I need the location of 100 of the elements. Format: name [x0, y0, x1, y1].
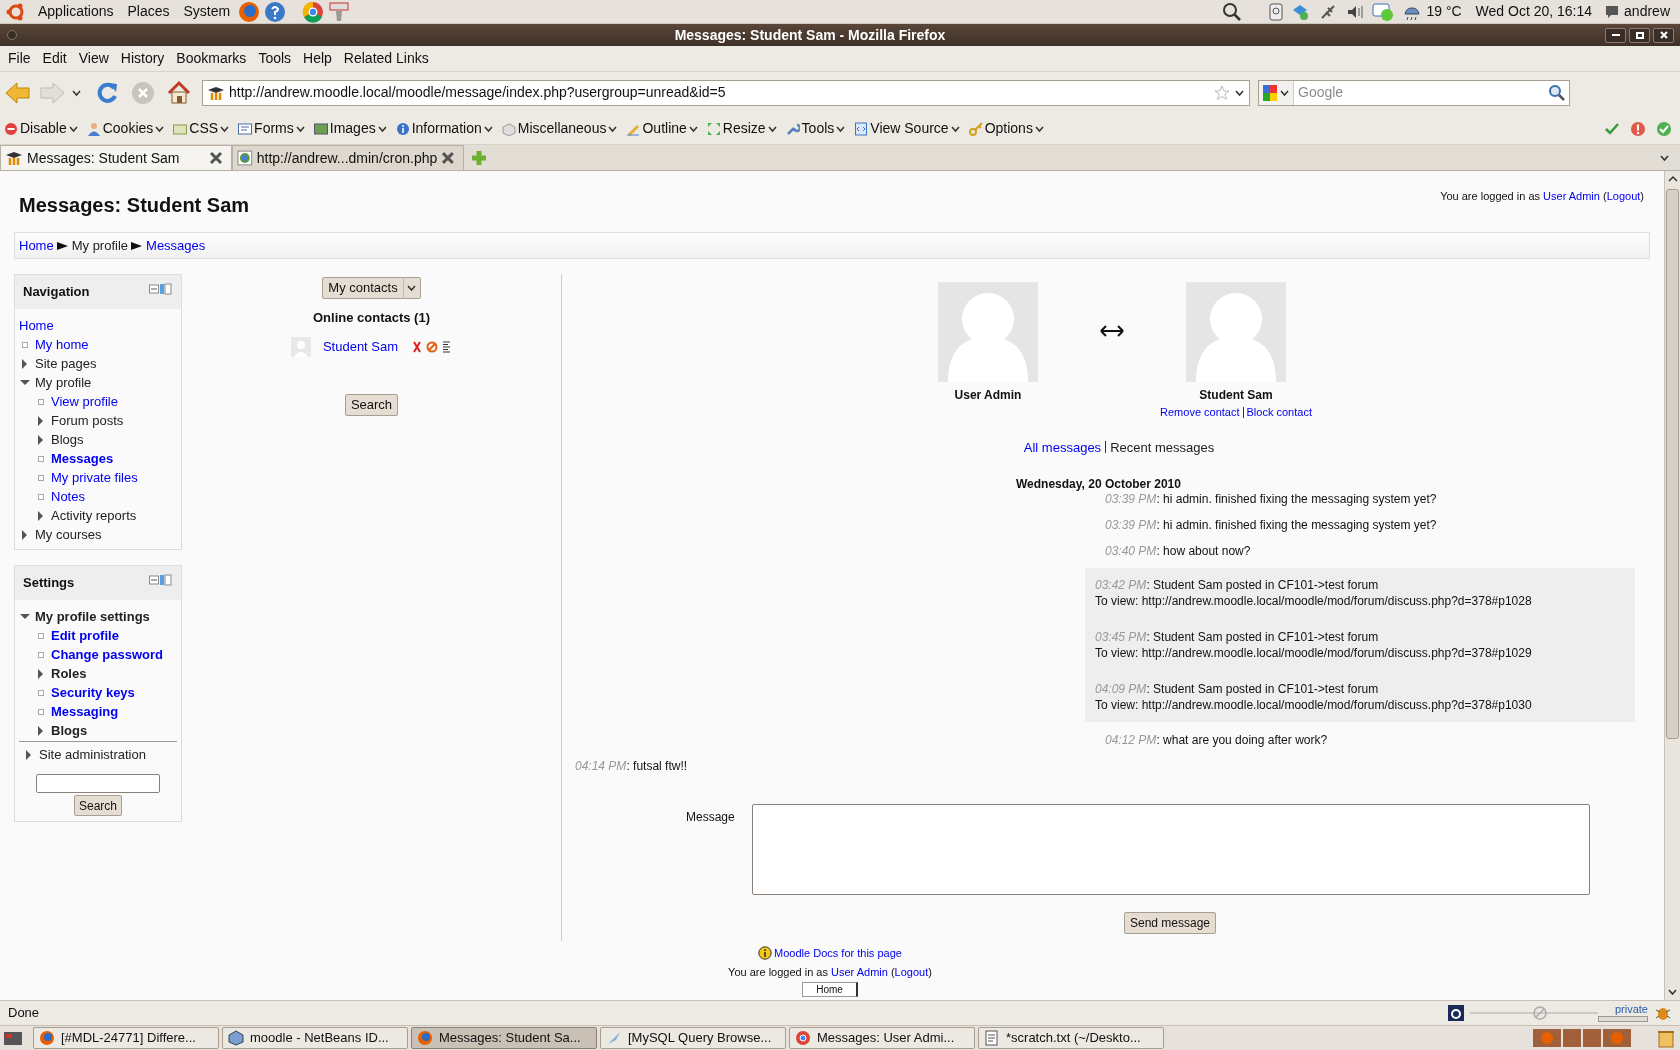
message-view-link[interactable]: All messages	[1023, 437, 1102, 457]
tree-item[interactable]: Messages	[51, 448, 114, 469]
tab-list-caret-icon[interactable]	[1660, 154, 1670, 162]
search-button[interactable]: Search	[344, 393, 399, 416]
menu-item[interactable]: Tools	[252, 48, 298, 69]
dropdown-caret-icon[interactable]	[688, 124, 699, 133]
close-button[interactable]	[1653, 27, 1674, 43]
tree-item[interactable]: Edit profile	[51, 625, 119, 646]
panel-menu[interactable]: System	[177, 1, 237, 22]
tree-item[interactable]: Home	[19, 315, 54, 336]
tree-item[interactable]: My courses	[35, 524, 102, 545]
link[interactable]: User Admin	[831, 965, 888, 978]
tree-item[interactable]: My home	[35, 334, 89, 355]
tree-item[interactable]: View profile	[51, 391, 118, 412]
contact-action-link[interactable]: Remove contact	[1160, 404, 1240, 421]
menu-item[interactable]: History	[114, 48, 171, 69]
search-icon[interactable]	[1548, 83, 1566, 102]
toolbar-menu[interactable]: Tools	[801, 118, 835, 139]
toolbar-menu[interactable]: Images	[329, 118, 376, 139]
close-tab-icon[interactable]	[441, 151, 455, 165]
dropdown-caret-icon[interactable]	[767, 124, 778, 133]
check-circle-icon[interactable]	[1656, 120, 1672, 137]
toolbar-menu[interactable]: Miscellaneous	[517, 118, 607, 139]
menu-item[interactable]: Related Links	[337, 48, 435, 69]
tree-item[interactable]: Forum posts	[51, 410, 124, 431]
tree-item[interactable]: Site administration	[39, 744, 146, 765]
page-code-icon[interactable]	[854, 121, 869, 136]
link[interactable]: User Admin	[1543, 190, 1600, 202]
taskbar-button[interactable]: *scratch.txt (~/Deskto...	[978, 1027, 1164, 1049]
toolbar-menu[interactable]: View Source	[870, 118, 949, 139]
toolbar-menu[interactable]: Information	[411, 118, 482, 139]
close-tab-icon[interactable]	[209, 151, 223, 165]
url-dropdown-icon[interactable]	[1235, 88, 1245, 97]
dropdown-caret-icon[interactable]	[295, 124, 306, 133]
link[interactable]: Logout	[1606, 190, 1641, 202]
maximize-button[interactable]	[1629, 27, 1650, 43]
form-icon[interactable]	[238, 121, 253, 136]
taskbar-button[interactable]: Messages: Student Sa...	[411, 1027, 597, 1049]
speech-bubble-icon[interactable]	[1604, 3, 1621, 20]
tree-item[interactable]: Notes	[51, 486, 85, 507]
panel-clock[interactable]: Wed Oct 20, 16:14	[1475, 1, 1593, 22]
breadcrumb-item[interactable]: Messages	[146, 235, 206, 256]
error-icon[interactable]	[1630, 120, 1646, 137]
tree-item[interactable]: Blogs	[51, 429, 84, 450]
info-icon[interactable]	[395, 121, 410, 136]
taskbar-button[interactable]: Messages: User Admi...	[789, 1027, 975, 1049]
address-bar[interactable]: http://andrew.moodle.local/moodle/message/index.php?usergroup=unread&id=5	[202, 79, 1250, 106]
dropdown-caret-icon[interactable]	[1034, 124, 1045, 133]
panel-menu[interactable]: Applications	[32, 1, 120, 22]
web-search-bar[interactable]: Google	[1258, 79, 1570, 106]
tree-item[interactable]: My private files	[51, 467, 138, 488]
search-engine-button[interactable]	[1259, 80, 1294, 105]
dropdown-caret-icon[interactable]	[155, 124, 166, 133]
tree-item[interactable]: My profile	[35, 372, 92, 393]
toolbar-menu[interactable]: Disable	[20, 118, 67, 139]
link[interactable]: Logout	[894, 965, 929, 978]
private-mode-label[interactable]: private	[1614, 1004, 1648, 1015]
search-button[interactable]: Search	[74, 795, 122, 816]
menu-item[interactable]: File	[2, 48, 37, 69]
user-menu[interactable]: andrew	[1624, 1, 1670, 22]
zoom-slider-icon[interactable]	[1470, 1005, 1598, 1021]
dock-controls-icon[interactable]	[149, 574, 173, 586]
tree-item[interactable]: My profile settings	[35, 606, 150, 627]
ubuntu-logo-icon[interactable]	[6, 1, 26, 22]
scrollbar[interactable]	[1664, 171, 1680, 1000]
help-icon[interactable]	[264, 0, 287, 23]
dropdown-caret-icon[interactable]	[377, 124, 388, 133]
tree-item[interactable]: Site pages	[35, 353, 97, 374]
taskbar-button[interactable]: [#MDL-24771] Differe...	[33, 1027, 219, 1049]
contacts-dropdown[interactable]: My contacts	[322, 277, 421, 299]
tree-item[interactable]: Roles	[51, 663, 87, 684]
chrome-icon[interactable]	[302, 0, 325, 23]
message-view-link[interactable]: Recent messages	[1110, 437, 1215, 457]
menu-item[interactable]: Bookmarks	[170, 48, 253, 69]
dropdown-caret-icon[interactable]	[608, 124, 619, 133]
firefox-icon[interactable]	[238, 0, 261, 23]
contact-link[interactable]: Student Sam	[322, 336, 399, 357]
tree-item[interactable]: Messaging	[51, 701, 119, 722]
tree-item[interactable]: Blogs	[51, 720, 88, 741]
dropdown-caret-icon[interactable]	[836, 124, 847, 133]
browser-tab[interactable]: Messages: Student Sam	[0, 145, 232, 170]
weather-temperature[interactable]: 19 °C	[1426, 1, 1462, 22]
minimize-button[interactable]	[1605, 27, 1626, 43]
tree-item[interactable]: Activity reports	[51, 505, 137, 526]
browser-tab[interactable]: http://andrew...dmin/cron.php	[232, 145, 464, 170]
taskbar-button[interactable]: [MySQL Query Browse...	[600, 1027, 786, 1049]
person-icon[interactable]	[86, 121, 101, 136]
dropdown-caret-icon[interactable]	[950, 124, 961, 133]
wrench-icon[interactable]	[785, 121, 800, 136]
message-input[interactable]	[752, 804, 1590, 895]
picture-icon[interactable]	[313, 121, 328, 136]
toolbar-menu[interactable]: Options	[984, 118, 1033, 139]
web-search-field[interactable]: Google	[1294, 82, 1548, 103]
menu-item[interactable]: Help	[297, 48, 338, 69]
toolbar-menu[interactable]: Forms	[254, 118, 294, 139]
panel-menu[interactable]: Places	[121, 1, 176, 22]
taskbar-button[interactable]: moodle - NetBeans ID...	[222, 1027, 408, 1049]
tree-item[interactable]: Change password	[51, 644, 163, 665]
trash-icon[interactable]	[1656, 1028, 1676, 1048]
search-field[interactable]	[36, 774, 160, 793]
